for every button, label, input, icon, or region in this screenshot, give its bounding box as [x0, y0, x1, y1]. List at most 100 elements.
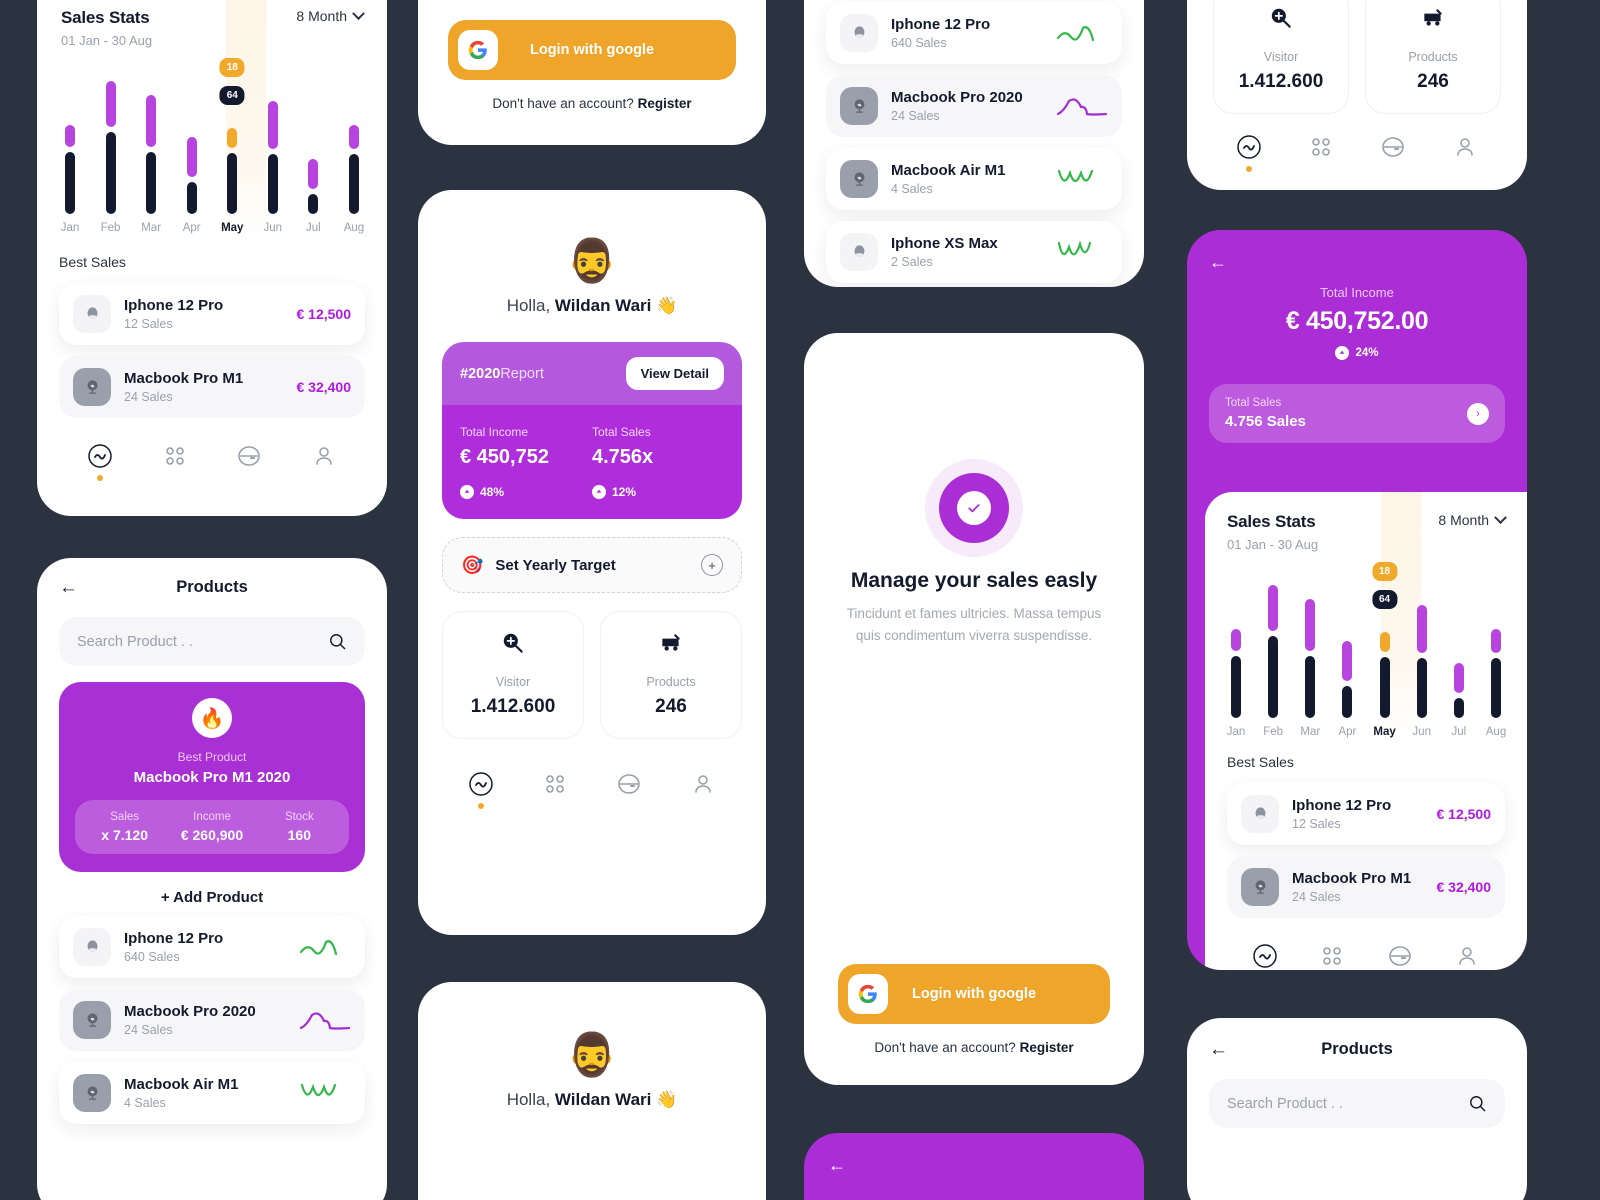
register-link[interactable]: Register — [638, 96, 692, 111]
nav-item-home[interactable] — [87, 443, 113, 481]
search-product-field[interactable]: Search Product . . — [59, 617, 365, 666]
best-sales-row-macbookprom1[interactable]: Macbook Pro M1 24 Sales € 32,400 — [59, 356, 365, 418]
add-target-button[interactable]: + — [701, 554, 723, 576]
nav-item-profile[interactable] — [1452, 134, 1478, 172]
nav-item-wallet[interactable] — [236, 443, 262, 481]
chart-bar-may[interactable]: 18 64 — [219, 54, 245, 214]
product-row-macbookpro2020[interactable]: Macbook Pro 2020 24 Sales — [826, 75, 1122, 137]
bottom-nav-4-top — [1187, 120, 1527, 188]
chart-bar-apr[interactable] — [1334, 558, 1360, 718]
period-dropdown[interactable]: 8 Month — [296, 6, 365, 24]
chart-bar-feb[interactable] — [98, 54, 124, 214]
set-yearly-target-row[interactable]: 🎯 Set Yearly Target + — [442, 537, 742, 593]
income-label: Total Income — [460, 425, 529, 439]
chart-bar-aug[interactable] — [341, 54, 367, 214]
tile-products[interactable]: Products 246 — [600, 611, 742, 739]
product-row-iphone12pro[interactable]: Iphone 12 Pro 640 Sales — [59, 916, 365, 978]
nav-item-home[interactable] — [1252, 943, 1278, 970]
chart-tooltip-amber: 18 — [1372, 562, 1398, 581]
search-input[interactable]: Search Product . . — [1227, 1096, 1458, 1112]
best-product-label: Best Product — [177, 750, 247, 764]
best-sales-row-iphone12pro[interactable]: Iphone 12 Pro 12 Sales € 12,500 — [1227, 783, 1505, 845]
chart-bar-feb[interactable] — [1260, 558, 1286, 718]
chart-bar-jan[interactable] — [57, 54, 83, 214]
home-screen-2-bottom: 🧔‍♂️ Holla, Wildan Wari 👋 — [418, 982, 766, 1200]
greeting-text: Holla, Wildan Wari 👋 — [418, 1090, 766, 1110]
chevron-down-icon — [1494, 510, 1507, 524]
chart-bar-jul[interactable] — [1446, 558, 1472, 718]
chart-bar-mar[interactable] — [1297, 558, 1323, 718]
product-price: € 32,400 — [1436, 879, 1492, 895]
chart-bar-apr[interactable] — [179, 54, 205, 214]
chevron-right-icon[interactable]: › — [1467, 402, 1489, 425]
chart-bar-mar[interactable] — [138, 54, 164, 214]
tile-visitor[interactable]: Visitor 1.412.600 — [1213, 0, 1349, 114]
nav-item-home[interactable] — [1236, 134, 1262, 172]
total-income-value: € 450,752.00 — [1285, 307, 1429, 335]
sales-stats-card: Sales Stats 01 Jan - 30 Aug 8 Month 18 6… — [1205, 492, 1527, 738]
target-icon: 🎯 — [461, 554, 484, 575]
add-product-button[interactable]: + Add Product — [37, 872, 387, 916]
products-cart-icon — [662, 634, 680, 651]
nav-item-wallet[interactable] — [1380, 134, 1406, 172]
nav-item-profile[interactable] — [690, 771, 716, 809]
back-button[interactable]: ← — [1209, 252, 1505, 273]
tile-visitor[interactable]: Visitor 1.412.600 — [442, 611, 584, 739]
nav-item-profile[interactable] — [1454, 943, 1480, 970]
chart-x-axis: Jan Feb Mar Apr May Jun Jul Aug — [1205, 718, 1527, 738]
chart-bar-may[interactable]: 18 64 — [1372, 558, 1398, 718]
x-label-feb: Feb — [100, 222, 121, 234]
chart-bar-jul[interactable] — [300, 54, 326, 214]
nav-item-grid[interactable] — [542, 771, 568, 809]
nav-item-home[interactable] — [468, 771, 494, 809]
register-link[interactable]: Register — [1020, 1040, 1074, 1055]
best-sales-row-iphone12pro[interactable]: Iphone 12 Pro 12 Sales € 12,500 — [59, 283, 365, 345]
phone-icon — [840, 233, 878, 271]
google-icon — [848, 974, 888, 1014]
sales-stats-card: Sales Stats 01 Jan - 30 Aug 8 Month 18 6… — [37, 0, 387, 238]
home-screen-2: 🧔‍♂️ Holla, Wildan Wari 👋 #2020Report Vi… — [418, 190, 766, 935]
product-row-macbookairm1[interactable]: Macbook Air M1 4 Sales — [59, 1062, 365, 1124]
search-input[interactable]: Search Product . . — [77, 634, 318, 650]
sales-pct: 12% — [612, 485, 637, 499]
laptop-icon — [1241, 868, 1279, 906]
chart-bar-jun[interactable] — [260, 54, 286, 214]
sales-stats-title: Sales Stats — [1227, 512, 1316, 531]
period-dropdown[interactable]: 8 Month — [1438, 510, 1507, 528]
product-row-macbookairm1[interactable]: Macbook Air M1 4 Sales — [826, 148, 1122, 210]
nav-item-grid[interactable] — [162, 443, 188, 481]
x-label-jan: Jan — [60, 222, 80, 234]
nav-item-grid[interactable] — [1308, 134, 1334, 172]
wave-icon: 👋 — [656, 296, 678, 315]
search-product-field[interactable]: Search Product . . — [1209, 1079, 1505, 1128]
laptop-icon — [73, 1074, 111, 1112]
login-with-google-button[interactable]: Login with google — [838, 964, 1110, 1024]
product-name: Macbook Air M1 — [124, 1076, 239, 1093]
product-row-iphonexsmax[interactable]: Iphone XS Max 2 Sales — [826, 221, 1122, 283]
nav-item-wallet[interactable] — [616, 771, 642, 809]
view-detail-button[interactable]: View Detail — [625, 357, 724, 390]
search-icon[interactable] — [1468, 1094, 1487, 1113]
tile-products[interactable]: Products 246 — [1365, 0, 1501, 114]
nav-item-profile[interactable] — [311, 443, 337, 481]
check-badge-icon — [939, 473, 1009, 543]
best-product-card[interactable]: 🔥 Best Product Macbook Pro M1 2020 Sales… — [59, 682, 365, 872]
products-header: ← Products — [1187, 1018, 1527, 1071]
nav-item-grid[interactable] — [1319, 943, 1345, 970]
nav-item-wallet[interactable] — [1387, 943, 1413, 970]
register-prefix: Don't have an account? — [492, 96, 638, 111]
best-sales-row-macbookprom1[interactable]: Macbook Pro M1 24 Sales € 32,400 — [1227, 856, 1505, 918]
chart-bar-jun[interactable] — [1409, 558, 1435, 718]
total-sales-row[interactable]: Total Sales 4.756 Sales › — [1209, 384, 1505, 443]
product-row-macbookpro2020[interactable]: Macbook Pro 2020 24 Sales — [59, 989, 365, 1051]
product-sales: 640 Sales — [891, 36, 947, 50]
chart-bar-jan[interactable] — [1223, 558, 1249, 718]
search-icon[interactable] — [328, 632, 347, 651]
x-label-mar: Mar — [1300, 726, 1321, 738]
login-button-label: Login with google — [529, 42, 655, 58]
chart-bar-aug[interactable] — [1483, 558, 1509, 718]
login-with-google-button[interactable]: Login with google — [448, 20, 736, 80]
back-button[interactable]: ← — [828, 1155, 1120, 1176]
phone-icon — [73, 928, 111, 966]
product-row-iphone12pro[interactable]: Iphone 12 Pro 640 Sales — [826, 2, 1122, 64]
